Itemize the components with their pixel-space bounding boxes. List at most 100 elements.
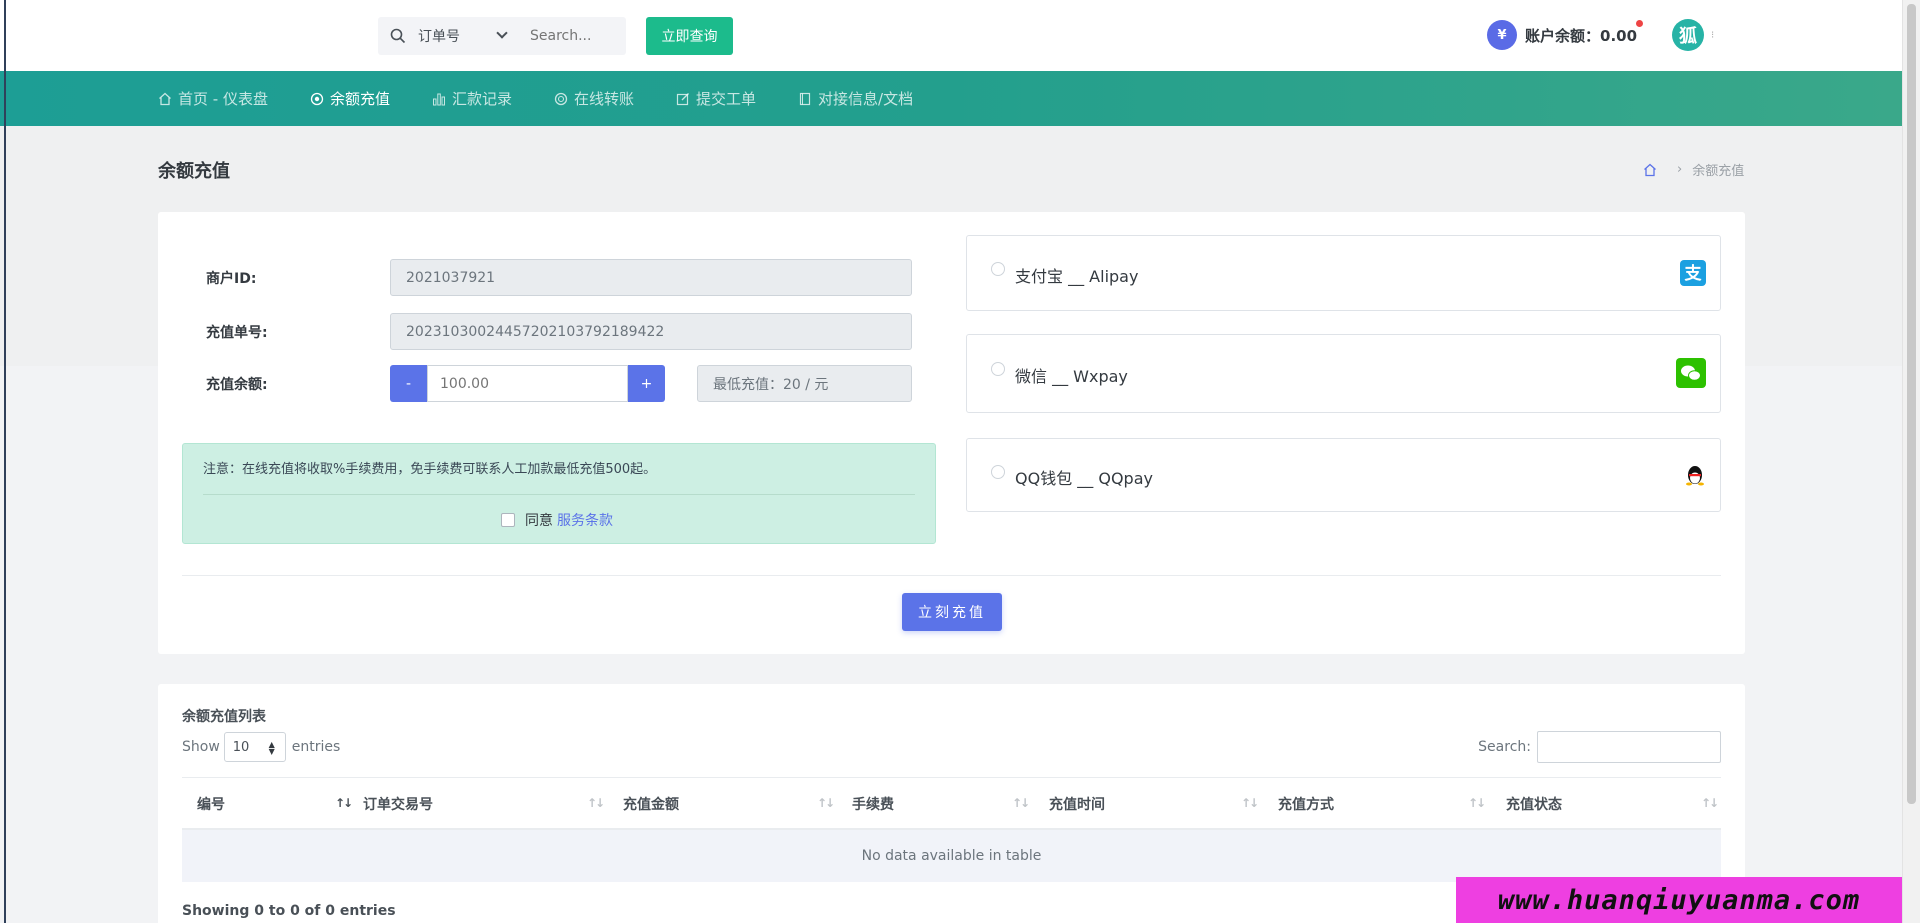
nav-label: 提交工单 [696, 90, 757, 108]
nav-label: 在线转账 [573, 90, 634, 108]
user-menu-caret-icon[interactable]: ⁝ [1711, 30, 1715, 41]
payment-option-wechat[interactable]: 微信 __ Wxpay [966, 334, 1721, 413]
page-length-select[interactable]: 10 ▲ ▼ [223, 732, 286, 762]
search-type-select[interactable]: 订单号 [418, 17, 518, 55]
table-empty-row: No data available in table [182, 830, 1721, 882]
notice-text: 注意：在线充值将收取%手续费用，免手续费可联系人工加款最低充值500起。 [203, 462, 657, 477]
nav-item-recharge[interactable]: 余额充值 [310, 88, 390, 109]
table-search: Search: [1478, 731, 1721, 763]
main-nav: 首页 - 仪表盘 余额充值 汇款记录 在线转账 提交工单 对接信息/文档 [0, 71, 1902, 126]
column-header-time[interactable]: 充值时间 ↑↓ [1049, 778, 1269, 830]
amount-input[interactable] [427, 365, 628, 402]
table-header: 编号 ↑↓ 订单交易号 ↑↓ 充值金额 ↑↓ 手续费 ↑↓ 充值时间 ↑↓ 充值… [182, 778, 1721, 830]
page-title: 余额充值 [158, 161, 230, 182]
search-input[interactable] [518, 17, 626, 55]
nav-label: 汇款记录 [451, 90, 512, 108]
sort-icon: ↑↓ [1701, 796, 1719, 810]
home-icon[interactable] [1643, 163, 1657, 177]
column-header-status[interactable]: 充值状态 ↑↓ [1506, 778, 1719, 830]
breadcrumb-separator: › [1677, 162, 1683, 177]
table-search-label: Search: [1478, 739, 1531, 755]
notification-dot [1636, 20, 1644, 27]
column-header-id[interactable]: 编号 ↑↓ [197, 778, 353, 830]
payment-radio[interactable] [991, 262, 1005, 276]
qq-icon [1686, 466, 1704, 486]
column-header-method[interactable]: 充值方式 ↑↓ [1278, 778, 1498, 830]
column-label: 充值时间 [1049, 797, 1105, 813]
bar-chart-icon [432, 93, 445, 105]
sort-icon: ↑↓ [1468, 796, 1486, 810]
page-scrollbar[interactable] [1902, 0, 1920, 923]
sort-asc-icon: ↑↓ [335, 796, 353, 810]
column-label: 订单交易号 [363, 797, 433, 813]
nav-item-ticket[interactable]: 提交工单 [676, 88, 756, 109]
yen-icon: ¥ [1487, 20, 1517, 50]
order-number-field: 20231030024457202103792189422 [390, 313, 912, 350]
table-length-control: Show 10 ▲ ▼ entries [182, 732, 340, 762]
search-icon [378, 17, 418, 55]
avatar[interactable]: 狐 [1672, 19, 1704, 51]
sort-icon: ↑↓ [587, 796, 605, 810]
recharge-submit-button[interactable]: 立刻充值 [902, 593, 1002, 631]
balance-label: 账户余额：0.00 [1525, 26, 1638, 45]
agree-checkbox[interactable] [501, 513, 515, 527]
edit-icon [676, 92, 689, 105]
chevron-down-icon [496, 27, 508, 39]
payment-radio[interactable] [991, 465, 1005, 479]
show-label: Show [182, 739, 220, 755]
sort-icon: ↑↓ [1012, 796, 1030, 810]
agree-terms: 同意 服务条款 [501, 510, 613, 530]
table-info: Showing 0 to 0 of 0 entries [182, 903, 396, 919]
nav-item-transfer[interactable]: 在线转账 [554, 88, 634, 109]
increase-amount-button[interactable]: + [628, 365, 665, 402]
payment-name: 微信 __ Wxpay [1015, 367, 1128, 386]
globe-icon [554, 92, 568, 105]
nav-item-remittance[interactable]: 汇款记录 [432, 88, 512, 109]
table-search-input[interactable] [1537, 731, 1721, 763]
alipay-icon: 支 [1680, 260, 1706, 286]
payment-option-alipay[interactable]: 支付宝 __ Alipay 支 [966, 235, 1721, 311]
payment-name: 支付宝 __ Alipay [1015, 267, 1139, 286]
decrease-amount-button[interactable]: - [390, 365, 427, 402]
terms-link[interactable]: 服务条款 [557, 510, 613, 530]
section-divider [182, 575, 1721, 576]
entries-label: entries [291, 739, 341, 755]
sort-icon: ↑↓ [817, 796, 835, 810]
agree-label: 同意 [525, 513, 553, 529]
page-length-value: 10 [232, 739, 250, 755]
nav-label: 对接信息/文档 [818, 90, 914, 108]
home-icon [159, 92, 171, 105]
column-header-fee[interactable]: 手续费 ↑↓ [852, 778, 1052, 830]
table-title: 余额充值列表 [182, 709, 266, 725]
nav-label: 余额充值 [329, 90, 390, 108]
payment-name: QQ钱包 __ QQpay [1015, 469, 1153, 488]
column-label: 手续费 [852, 797, 894, 813]
account-balance[interactable]: ¥ 账户余额：0.00 [1487, 20, 1644, 50]
column-label: 编号 [197, 797, 225, 813]
nav-item-home[interactable]: 首页 - 仪表盘 [158, 88, 268, 109]
payment-radio[interactable] [991, 362, 1005, 376]
column-header-amount[interactable]: 充值金额 ↑↓ [623, 778, 853, 830]
notice-divider [203, 494, 915, 495]
column-header-order-no[interactable]: 订单交易号 ↑↓ [363, 778, 613, 830]
search-button[interactable]: 立即查询 [646, 17, 733, 55]
target-icon [310, 92, 324, 105]
nav-label: 首页 - 仪表盘 [178, 90, 268, 108]
column-label: 充值状态 [1506, 797, 1562, 813]
fee-notice: 注意：在线充值将收取%手续费用，免手续费可联系人工加款最低充值500起。 同意 … [182, 443, 936, 544]
column-label: 充值金额 [623, 797, 679, 813]
merchant-id-label: 商户ID: [206, 271, 257, 287]
merchant-id-field: 2021037921 [390, 259, 912, 296]
nav-item-docs[interactable]: 对接信息/文档 [798, 88, 913, 109]
search-group: 订单号 [378, 17, 626, 55]
sort-icon: ↑↓ [1241, 796, 1259, 810]
svg-text:支: 支 [1685, 263, 1703, 284]
payment-option-qq[interactable]: QQ钱包 __ QQpay [966, 438, 1721, 512]
amount-label: 充值余额: [206, 377, 268, 393]
order-number-label: 充值单号: [206, 325, 268, 341]
window-edge [4, 0, 6, 923]
search-type-value: 订单号 [418, 29, 460, 45]
breadcrumb: › 余额充值 [1643, 160, 1744, 179]
column-label: 充值方式 [1278, 797, 1334, 813]
scrollbar-thumb[interactable] [1907, 4, 1916, 804]
